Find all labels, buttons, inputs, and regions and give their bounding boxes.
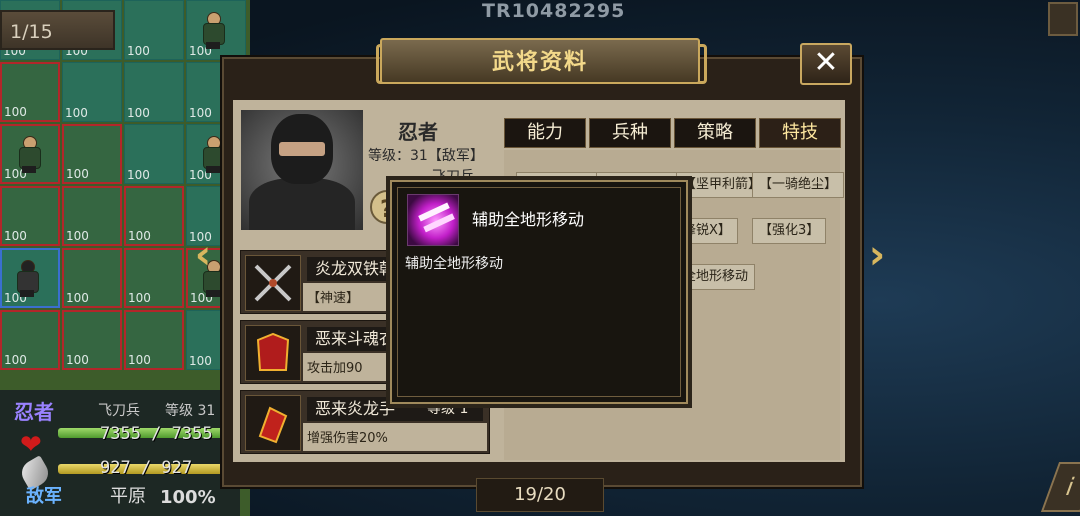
level-value: 31 bbox=[197, 403, 216, 419]
general-level: 等级：31【敌军】 bbox=[368, 148, 484, 164]
map-tile[interactable]: 100 bbox=[62, 248, 122, 308]
level-label: 等级 bbox=[165, 403, 193, 419]
tile-hp-label: 100 bbox=[4, 229, 27, 243]
unit-name: 忍者 bbox=[14, 400, 54, 424]
unit-type: 飞刀兵 bbox=[98, 403, 140, 419]
tile-hp-label: 100 bbox=[189, 354, 212, 368]
info-tabs: 能力 兵种 策略 特技 bbox=[504, 118, 842, 148]
map-tile[interactable]: 100 bbox=[0, 310, 60, 370]
map-tile[interactable]: 100 bbox=[0, 62, 60, 122]
equipment-desc: 【神速】 bbox=[307, 291, 360, 306]
tab-troop[interactable]: 兵种 bbox=[589, 118, 671, 148]
general-name: 忍者 bbox=[398, 120, 438, 144]
tile-hp-label: 100 bbox=[66, 229, 89, 243]
map-tile[interactable]: 100 bbox=[62, 124, 122, 184]
map-tile[interactable]: 100 bbox=[62, 310, 122, 370]
equipment-desc: 攻击加90 bbox=[307, 361, 363, 376]
tile-hp-label: 100 bbox=[4, 353, 27, 367]
tile-hp-label: 100 bbox=[127, 106, 150, 120]
tile-hp-label: 100 bbox=[66, 353, 89, 367]
terrain-percent: 100% bbox=[160, 487, 216, 508]
map-tile[interactable]: 100 bbox=[62, 62, 122, 122]
tooltip-desc: 辅助全地形移动 bbox=[405, 256, 503, 272]
tab-skill[interactable]: 特技 bbox=[759, 118, 841, 148]
prev-general-arrow-icon[interactable]: ‹ bbox=[188, 235, 218, 275]
tab-ability[interactable]: 能力 bbox=[504, 118, 586, 148]
map-tile[interactable]: 100 bbox=[124, 0, 184, 60]
unit-status-panel: 忍者 飞刀兵 等级 31 ❤ 7355 / 7355 927 / 927 敌军 … bbox=[0, 390, 240, 516]
map-tile[interactable]: 100 bbox=[124, 248, 184, 308]
close-x-icon: ✕ bbox=[813, 45, 839, 80]
turn-counter: 1/15 bbox=[0, 10, 115, 50]
tile-hp-label: 100 bbox=[66, 167, 89, 181]
tile-hp-label: 100 bbox=[127, 168, 150, 182]
unit-level: 等级 31 bbox=[165, 400, 215, 420]
soldier-sprite[interactable] bbox=[198, 10, 228, 50]
purple-lightning-icon bbox=[407, 194, 459, 246]
map-tile[interactable]: 100 bbox=[62, 186, 122, 246]
terrain-label: 平原 bbox=[110, 486, 146, 507]
general-portrait bbox=[241, 110, 363, 230]
menu-corner-icon[interactable] bbox=[1048, 2, 1078, 36]
tooltip-title: 辅助全地形移动 bbox=[472, 210, 585, 229]
red-armor-icon bbox=[245, 325, 301, 381]
map-tile[interactable]: 100 bbox=[124, 310, 184, 370]
skill-tooltip: 辅助全地形移动 辅助全地形移动 bbox=[390, 180, 688, 404]
soldier-sprite[interactable] bbox=[14, 134, 44, 174]
ninja-sprite[interactable] bbox=[12, 258, 42, 298]
crossed-blades-icon bbox=[245, 255, 301, 311]
tile-hp-label: 100 bbox=[128, 229, 151, 243]
skill-item[interactable]: 【强化3】 bbox=[752, 218, 827, 244]
tile-hp-label: 100 bbox=[128, 291, 151, 305]
mp-text: 927 / 927 bbox=[100, 458, 193, 478]
red-gauntlet-icon bbox=[245, 395, 301, 451]
map-tile[interactable]: 100 bbox=[124, 186, 184, 246]
tile-hp-label: 100 bbox=[4, 105, 27, 119]
tile-hp-label: 100 bbox=[128, 353, 151, 367]
page-indicator: 19/20 bbox=[476, 478, 604, 512]
tile-hp-label: 100 bbox=[66, 291, 89, 305]
tile-hp-label: 100 bbox=[65, 106, 88, 120]
map-tile[interactable]: 100 bbox=[124, 62, 184, 122]
panel-title: 武将资料 bbox=[491, 50, 588, 75]
side-label: 敌军 bbox=[26, 486, 62, 507]
close-button[interactable]: ✕ bbox=[800, 43, 852, 85]
equipment-desc: 增强伤害20% bbox=[307, 431, 388, 446]
tr-code: TR10482295 bbox=[482, 0, 626, 22]
hp-text: 7355 / 7355 bbox=[100, 424, 213, 444]
tab-strategy[interactable]: 策略 bbox=[674, 118, 756, 148]
tile-hp-label: 100 bbox=[189, 106, 212, 120]
next-general-arrow-icon[interactable]: › bbox=[862, 235, 892, 275]
map-tile[interactable]: 100 bbox=[124, 124, 184, 184]
skill-item[interactable]: 【一骑绝尘】 bbox=[752, 172, 845, 198]
tile-hp-label: 100 bbox=[127, 44, 150, 58]
map-tile[interactable]: 100 bbox=[0, 186, 60, 246]
